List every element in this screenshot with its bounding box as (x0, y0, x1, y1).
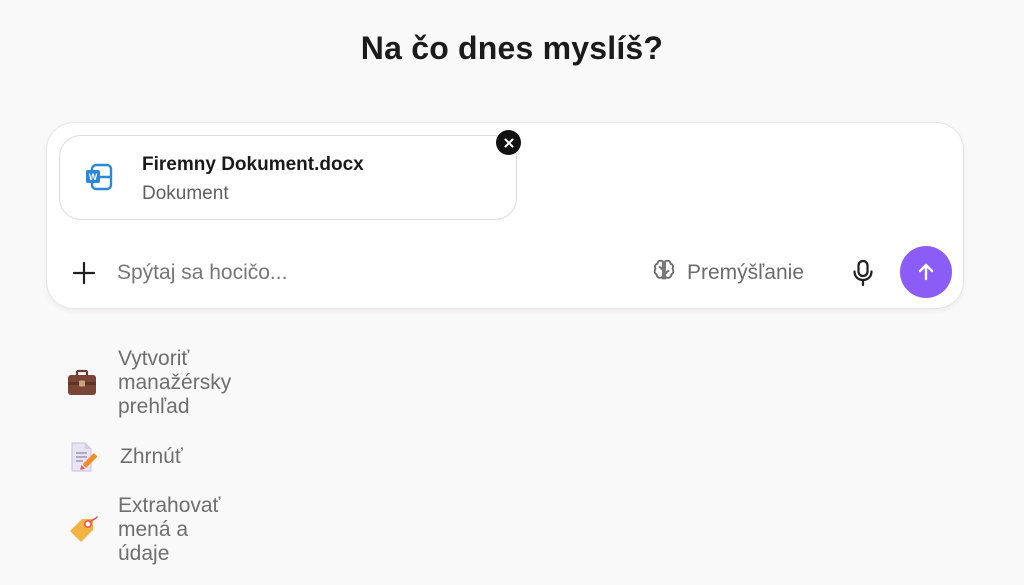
word-doc-icon: W (84, 161, 116, 193)
composer: W Firemny Dokument.docx Dokument Spýtaj … (46, 122, 964, 309)
think-label: Premýšľanie (687, 261, 804, 284)
attachment-file-name: Firemny Dokument.docx (142, 154, 364, 175)
microphone-icon (853, 259, 873, 287)
attachment-file-type: Dokument (142, 183, 229, 204)
brain-icon (651, 257, 677, 289)
page-title: Na čo dnes myslíš? (360, 30, 664, 66)
document-pencil-icon (66, 440, 100, 474)
svg-text:W: W (89, 172, 98, 182)
suggestion-label: Extrahovať mená a údaje (118, 494, 221, 565)
suggestion-item-manager-overview[interactable]: Vytvoriť manažérsky prehľad (66, 347, 233, 418)
add-attachment-button[interactable] (69, 258, 99, 288)
suggestion-label: Vytvoriť manažérsky prehľad (118, 347, 232, 418)
close-icon (504, 138, 513, 147)
page: Na čo dnes myslíš? W Firemny Dokument.do… (0, 0, 1024, 585)
attachment-card[interactable]: W Firemny Dokument.docx Dokument (59, 135, 517, 220)
plus-icon (73, 262, 95, 284)
suggestion-item-extract[interactable]: Extrahovať mená a údaje (66, 494, 222, 565)
arrow-up-icon (918, 263, 934, 281)
remove-attachment-button[interactable] (496, 130, 521, 155)
prompt-input[interactable] (117, 254, 637, 292)
tag-icon (66, 513, 98, 547)
suggestion-item-summarize[interactable]: Zhrnúť (66, 439, 183, 475)
send-button[interactable] (900, 246, 952, 298)
briefcase-icon (66, 366, 98, 400)
voice-input-button[interactable] (848, 257, 878, 289)
suggestion-label: Zhrnúť (120, 445, 183, 468)
think-toggle-button[interactable]: Premýšľanie (651, 256, 804, 290)
